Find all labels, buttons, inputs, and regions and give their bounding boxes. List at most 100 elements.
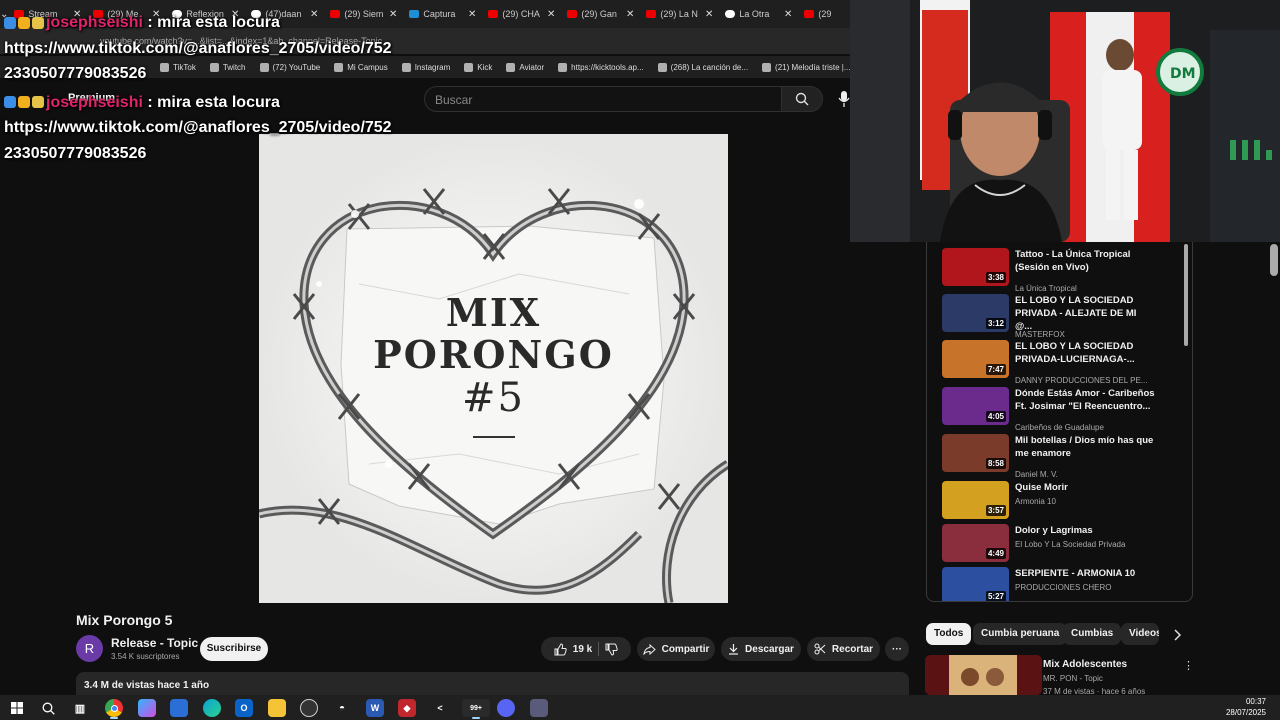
playlist-item-title: Quise Morir xyxy=(1015,482,1068,493)
word-icon[interactable]: W xyxy=(366,699,384,717)
system-clock[interactable]: 00:37 28/07/2025 xyxy=(1226,696,1266,718)
playlist-item[interactable]: 3:38 Tattoo - La Única Tropical (Sesión … xyxy=(942,248,1182,293)
playlist-scroll-thumb[interactable] xyxy=(1184,244,1188,346)
more-actions-button[interactable]: ··· xyxy=(885,637,909,661)
dislike-button[interactable] xyxy=(605,643,618,656)
clip-label: Recortar xyxy=(831,643,874,655)
search-taskbar-icon[interactable] xyxy=(39,699,57,717)
bookmark-label: Aviator xyxy=(519,62,545,72)
playlist-item[interactable]: 4:05 Dónde Estás Amor - Caribeños Ft. Jo… xyxy=(942,387,1182,432)
subscribe-button[interactable]: Suscribirse xyxy=(200,637,268,661)
bookmark-item[interactable]: (21) Melodía triste |... xyxy=(762,62,850,72)
close-icon[interactable]: ✕ xyxy=(705,9,713,20)
share-button[interactable]: Compartir xyxy=(637,637,715,661)
playlist-item-thumbnail[interactable]: 4:49 xyxy=(942,524,1009,562)
close-icon[interactable]: ✕ xyxy=(626,9,634,20)
discord-icon[interactable] xyxy=(497,699,515,717)
playlist-scrollbar[interactable] xyxy=(1183,244,1189,594)
task-view-icon[interactable]: ▥ xyxy=(71,699,89,717)
playlist-item-thumbnail[interactable]: 3:57 xyxy=(942,481,1009,519)
video-player[interactable]: MIX PORONGO #5 xyxy=(259,134,728,603)
channel-name[interactable]: Release - Topic xyxy=(111,636,198,650)
filter-chip[interactable]: Cumbias xyxy=(1063,623,1122,645)
chrome-icon[interactable] xyxy=(105,699,123,717)
copilot-icon[interactable] xyxy=(138,699,156,717)
playlist-item-channel: El Lobo Y La Sociedad Privada xyxy=(1015,540,1126,549)
whatsapp-icon[interactable]: 99+ xyxy=(462,699,490,717)
bits-badge-icon xyxy=(18,16,30,29)
search-input[interactable]: Buscar xyxy=(424,86,782,112)
chat-link-line: 2330507779083526 xyxy=(4,144,147,162)
scissors-icon xyxy=(814,643,826,655)
views-and-date: 3.4 M de vistas hace 1 año xyxy=(84,680,210,691)
media-app-icon[interactable]: ◆ xyxy=(398,699,416,717)
bookmark-label: (21) Melodía triste |... xyxy=(775,62,850,72)
bookmark-item[interactable]: Kick xyxy=(464,62,493,72)
duration-badge: 4:05 xyxy=(985,411,1006,422)
microphone-icon[interactable] xyxy=(838,90,850,108)
bookmark-favicon-icon xyxy=(762,62,772,72)
outlook-icon[interactable]: O xyxy=(235,699,253,717)
browser-tab[interactable]: (29 ✕ xyxy=(798,2,850,26)
playlist-item-channel: MASTERFOX xyxy=(1015,330,1065,339)
playlist-item-thumbnail[interactable]: 3:38 xyxy=(942,248,1009,286)
playlist-item-channel: Caribeños de Guadalupe xyxy=(1015,423,1104,432)
playlist-item-thumbnail[interactable]: 7:47 xyxy=(942,340,1009,378)
streamer-webcam: DM xyxy=(850,0,1280,242)
filter-chip[interactable]: Videos xyxy=(1121,623,1159,645)
next-video-menu-button[interactable]: ⋮ xyxy=(1183,659,1194,672)
playlist-item[interactable]: 4:49 Dolor y Lagrimas El Lobo Y La Socie… xyxy=(942,524,1182,568)
file-explorer-icon[interactable] xyxy=(268,699,286,717)
next-video-title[interactable]: Mix Adolescentes xyxy=(1043,659,1127,670)
playlist-item[interactable]: 3:57 Quise Morir Armonia 10 xyxy=(942,481,1182,525)
thumbnail-title-line3: #5 xyxy=(462,375,525,421)
download-button[interactable]: Descargar xyxy=(721,637,801,661)
edge-icon[interactable] xyxy=(203,699,221,717)
next-video-channel[interactable]: MR. PON - Topic xyxy=(1043,674,1103,683)
playlist-item[interactable]: 3:12 EL LOBO Y LA SOCIEDAD PRIVADA - ALE… xyxy=(942,294,1182,339)
windows-logo-icon xyxy=(11,702,23,714)
bookmark-item[interactable]: (268) La canción de... xyxy=(657,62,748,72)
subscriber-badge-icon xyxy=(4,96,16,109)
bookmark-item[interactable]: Aviator xyxy=(506,62,545,72)
clip-button[interactable]: Recortar xyxy=(807,637,880,661)
kick-app-icon[interactable]: < xyxy=(431,699,449,717)
like-count: 19 k xyxy=(572,643,593,655)
like-button[interactable]: 19 k xyxy=(554,642,593,656)
search-button[interactable] xyxy=(781,86,823,112)
playlist-item-thumbnail[interactable]: 8:58 xyxy=(942,434,1009,472)
windows-start-icon[interactable] xyxy=(8,699,26,717)
pinned-app-icon[interactable] xyxy=(530,699,548,717)
filter-chip[interactable]: Cumbia peruana xyxy=(973,623,1068,645)
bookmark-item[interactable]: https://kicktools.ap... xyxy=(558,62,644,72)
playlist-item[interactable]: 5:27 SERPIENTE - ARMONIA 10 PRODUCCIONES… xyxy=(942,567,1182,601)
bookmark-label: Kick xyxy=(477,62,493,72)
like-dislike-group: 19 k xyxy=(541,637,631,661)
next-video-thumbnail-art xyxy=(925,655,1042,695)
search-icon xyxy=(795,92,809,106)
browser-tab[interactable]: La Otra ✕ xyxy=(719,2,798,26)
playlist-item-thumbnail[interactable]: 4:05 xyxy=(942,387,1009,425)
chevron-right-icon[interactable] xyxy=(1172,629,1182,641)
duration-badge: 5:27 xyxy=(985,591,1006,601)
browser-tab[interactable]: (29) La N ✕ xyxy=(640,2,719,26)
close-icon[interactable]: ✕ xyxy=(468,9,476,20)
store-icon[interactable] xyxy=(170,699,188,717)
playlist-item-thumbnail[interactable]: 3:12 xyxy=(942,294,1009,332)
next-video-thumbnail[interactable] xyxy=(925,655,1042,695)
playlist-item-thumbnail[interactable]: 5:27 xyxy=(942,567,1009,601)
playlist-item[interactable]: 7:47 EL LOBO Y LA SOCIEDAD PRIVADA-LUCIE… xyxy=(942,340,1182,385)
subscriber-badge-icon xyxy=(4,16,16,29)
more-dots-icon: ··· xyxy=(892,643,902,655)
browser-tab[interactable]: (29) CHA ✕ xyxy=(482,2,561,26)
channel-avatar[interactable]: R xyxy=(76,635,103,662)
playlist-item[interactable]: 8:58 Mil botellas / Dios mío has que me … xyxy=(942,434,1182,479)
thumbnail-title: MIX PORONGO #5 xyxy=(259,292,728,421)
obs-icon[interactable] xyxy=(300,699,318,717)
game-controller-icon[interactable]: ◓ xyxy=(333,699,351,717)
close-icon[interactable]: ✕ xyxy=(784,9,792,20)
page-scroll-thumb[interactable] xyxy=(1270,244,1278,276)
browser-tab[interactable]: (29) Gan ✕ xyxy=(561,2,640,26)
close-icon[interactable]: ✕ xyxy=(547,9,555,20)
filter-chip[interactable]: Todos xyxy=(926,623,972,645)
